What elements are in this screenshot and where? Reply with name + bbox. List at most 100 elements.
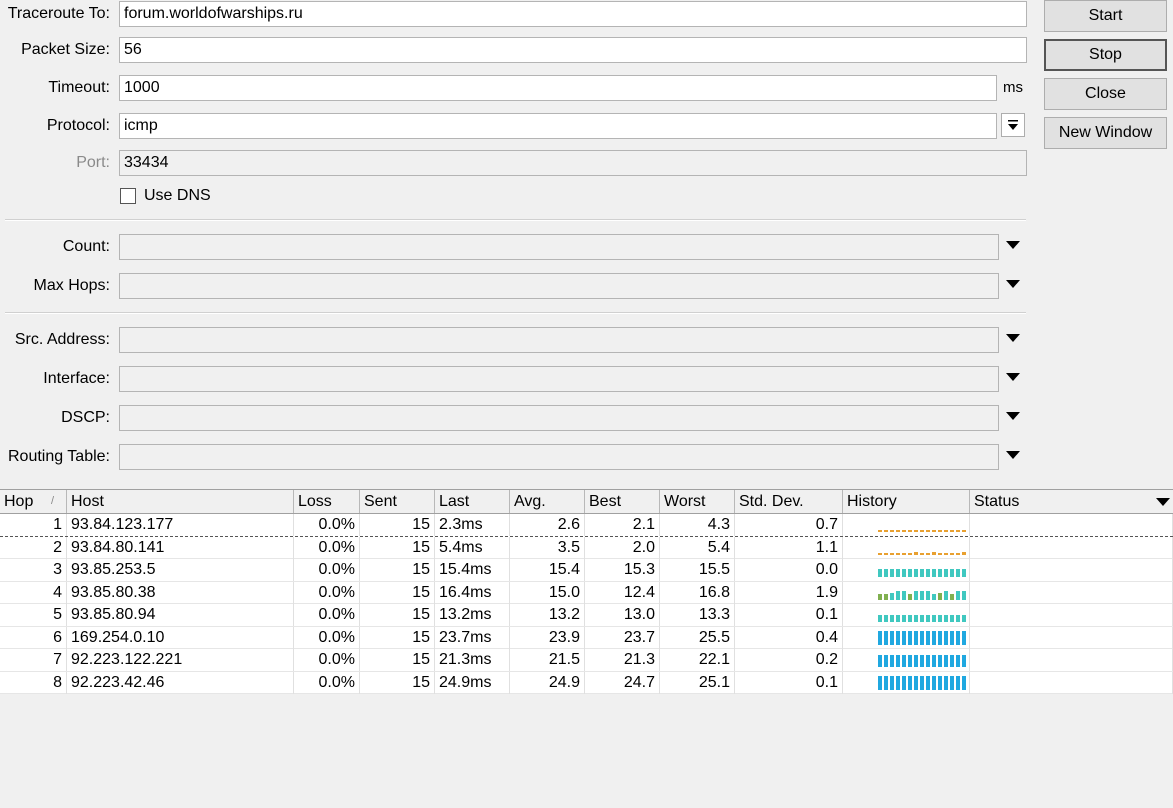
history-bar [908,630,912,645]
timeout-label: Timeout: [48,79,110,96]
close-button[interactable]: Close [1044,78,1167,110]
column-avg[interactable]: Avg. [510,490,585,513]
table-row[interactable]: 1 93.84.123.177 0.0% 15 2.3ms 2.6 2.1 4.3 0.7 [0,514,1173,537]
table-row[interactable]: 3 93.85.253.5 0.0% 15 15.4ms 15.4 15.3 15.5 0.0 [0,559,1173,582]
column-history[interactable]: History [843,490,970,513]
history-bar [950,615,954,622]
dscp-input[interactable] [119,405,999,431]
history-bar [950,569,954,577]
loss-cell: 0.0% [294,649,360,671]
interface-label: Interface: [43,370,110,387]
history-bar [884,630,888,645]
history-bar [878,675,882,690]
sent-cell: 15 [360,536,435,559]
hop-cell: 2 [0,536,67,559]
traceroute-to-input[interactable]: forum.worldofwarships.ru [119,1,1027,27]
protocol-dropdown-button[interactable] [1001,113,1025,137]
src-address-expand-icon[interactable] [1006,334,1020,342]
sent-cell: 15 [360,626,435,649]
use-dns-checkbox[interactable] [120,188,136,204]
interface-input[interactable] [119,366,999,392]
history-bar [914,569,918,577]
history-bar [950,530,954,532]
column-host[interactable]: Host [67,490,294,513]
history-bar [884,675,888,690]
worst-cell: 15.5 [660,559,735,581]
history-bar [944,590,948,600]
column-last[interactable]: Last [435,490,510,513]
stop-button[interactable]: Stop [1044,39,1167,71]
hop-cell: 3 [0,559,67,581]
column-loss[interactable]: Loss [294,490,360,513]
count-expand-icon[interactable] [1006,241,1020,249]
history-bar [938,615,942,622]
status-cell [970,514,1173,536]
history-bar [908,569,912,577]
history-bars [878,629,968,647]
host-cell: 93.85.253.5 [67,559,294,581]
loss-cell: 0.0% [294,536,360,559]
hop-cell: 6 [0,626,67,649]
history-bar [956,530,960,532]
table-row[interactable]: 7 92.223.122.221 0.0% 15 21.3ms 21.5 21.3 22.1 0… [0,649,1173,672]
history-bar [914,630,918,645]
std-dev-cell: 0.2 [735,649,843,671]
max-hops-input[interactable] [119,273,999,299]
history-bar [902,675,906,690]
count-label: Count: [62,238,110,255]
worst-cell: 25.5 [660,626,735,649]
column-hop[interactable]: Hop / [0,490,67,513]
table-row[interactable]: 4 93.85.80.38 0.0% 15 16.4ms 15.0 12.4 16.8 1.9 [0,581,1173,604]
std-dev-cell: 0.1 [735,604,843,626]
history-bar [956,675,960,690]
sent-cell: 15 [360,649,435,671]
routing-table-input[interactable] [119,444,999,470]
worst-cell: 5.4 [660,536,735,559]
history-bar [926,569,930,577]
packet-size-input[interactable]: 56 [119,37,1027,63]
column-std-dev[interactable]: Std. Dev. [735,490,843,513]
table-row[interactable]: 5 93.85.80.94 0.0% 15 13.2ms 13.2 13.0 13.3 0.1 [0,604,1173,627]
src-address-input[interactable] [119,327,999,353]
history-cell [843,626,970,649]
columns-menu-icon[interactable] [1156,498,1170,506]
history-bar [914,675,918,690]
history-bars [878,651,968,669]
status-cell [970,671,1173,694]
start-button[interactable]: Start [1044,0,1167,32]
history-bar [914,551,918,555]
last-cell: 21.3ms [435,649,510,671]
count-input[interactable] [119,234,999,260]
new-window-button[interactable]: New Window [1044,117,1167,149]
column-worst[interactable]: Worst [660,490,735,513]
history-bar [890,615,894,622]
dscp-expand-icon[interactable] [1006,412,1020,420]
history-bar [932,569,936,577]
history-bar [890,569,894,577]
column-sent[interactable]: Sent [360,490,435,513]
protocol-select[interactable]: icmp [119,113,997,139]
routing-table-label: Routing Table: [8,448,110,465]
table-row[interactable]: 6 169.254.0.10 0.0% 15 23.7ms 23.9 23.7 25.5 0.4 [0,626,1173,649]
table-row[interactable]: 8 92.223.42.46 0.0% 15 24.9ms 24.9 24.7 25.1 0.1 [0,671,1173,694]
host-cell: 93.84.123.177 [67,514,294,536]
history-bar [932,615,936,622]
table-row[interactable]: 2 93.84.80.141 0.0% 15 5.4ms 3.5 2.0 5.4 1.1 [0,536,1173,559]
history-bar [878,615,882,622]
loss-cell: 0.0% [294,581,360,604]
interface-expand-icon[interactable] [1006,373,1020,381]
best-cell: 2.0 [585,536,660,559]
history-bar [908,615,912,622]
hop-cell: 8 [0,671,67,694]
history-bar [914,590,918,600]
history-bar [962,530,966,532]
history-bar [938,530,942,532]
history-bar [956,655,960,667]
column-best[interactable]: Best [585,490,660,513]
history-bar [890,530,894,532]
timeout-input[interactable]: 1000 [119,75,997,101]
history-bar [938,630,942,645]
max-hops-expand-icon[interactable] [1006,280,1020,288]
column-status[interactable]: Status [970,490,1150,513]
routing-table-expand-icon[interactable] [1006,451,1020,459]
